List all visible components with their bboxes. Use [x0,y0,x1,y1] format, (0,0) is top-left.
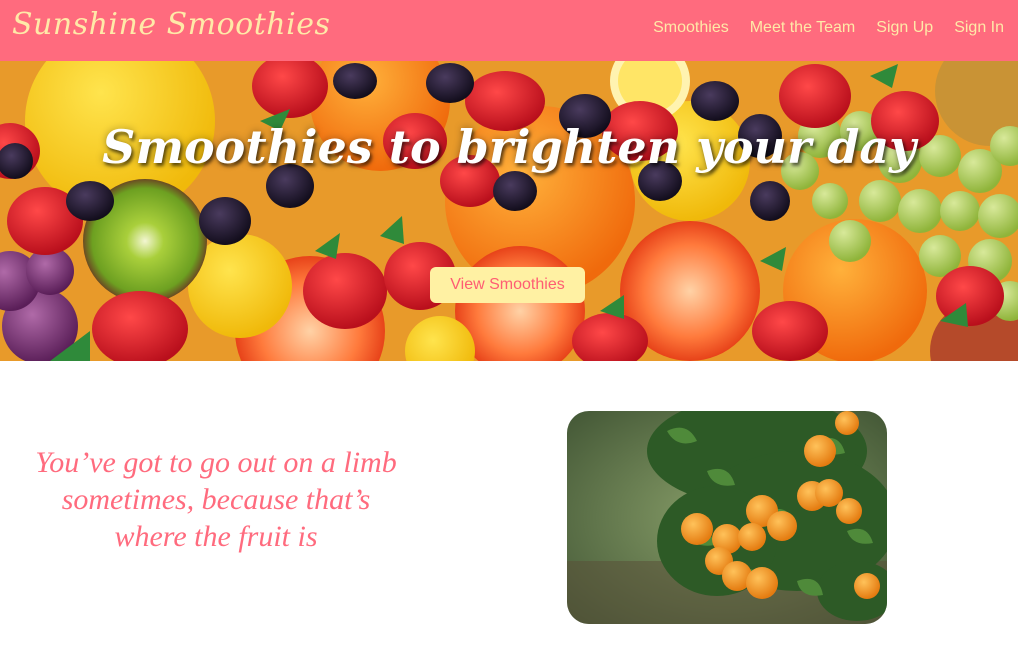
hero-title: Smoothies to brighten your day [102,120,916,174]
nav-menu: Smoothies Meet the Team Sign Up Sign In [653,19,1004,37]
hero-banner: Smoothies to brighten your day View Smoo… [0,61,1018,361]
nav-link-meet-the-team[interactable]: Meet the Team [750,19,856,37]
quote-text: You’ve got to go out on a limb sometimes… [35,446,397,553]
nav-link-smoothies[interactable]: Smoothies [653,19,729,37]
brand-logo[interactable]: Sunshine Smoothies [12,7,330,42]
view-smoothies-button[interactable]: View Smoothies [430,267,585,303]
navbar: Sunshine Smoothies Smoothies Meet the Te… [0,0,1018,61]
nav-link-sign-in[interactable]: Sign In [954,19,1004,37]
nav-link-sign-up[interactable]: Sign Up [876,19,933,37]
orange-tree-image [567,411,887,624]
hero-fruit-image [0,61,1018,361]
